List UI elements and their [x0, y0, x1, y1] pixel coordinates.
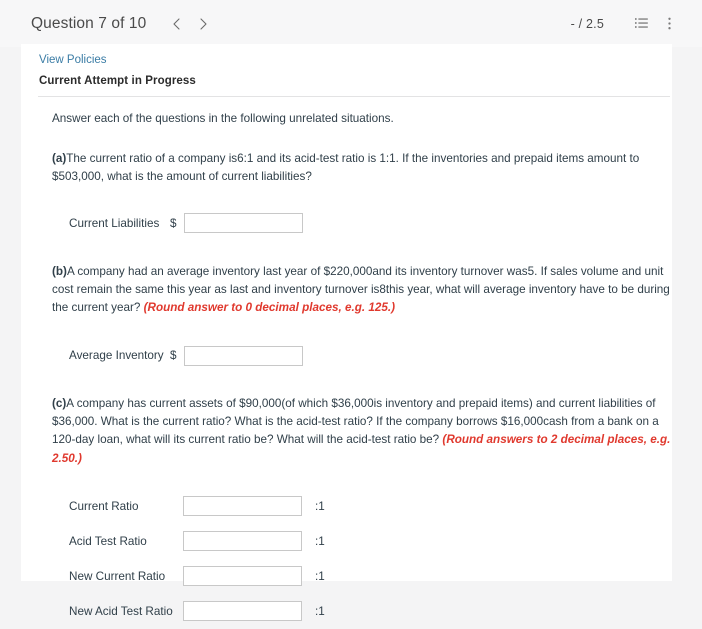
- attempt-status-row: Current Attempt in Progress: [21, 66, 672, 87]
- answer-row-new-acid-test-ratio: New Acid Test Ratio :1: [52, 594, 672, 629]
- part-a-letter: (a): [52, 151, 67, 165]
- current-ratio-suffix: :1: [315, 499, 325, 513]
- header-left-group: Question 7 of 10: [0, 11, 216, 37]
- current-liabilities-input[interactable]: [184, 213, 303, 234]
- question-card: View Policies Current Attempt in Progres…: [21, 44, 672, 622]
- answer-row-current-ratio: Current Ratio :1: [52, 489, 672, 524]
- question-header-bar: Question 7 of 10 - / 2.5: [0, 0, 702, 47]
- question-list-button[interactable]: [630, 13, 652, 35]
- question-intro-text: Answer each of the questions in the foll…: [52, 112, 394, 125]
- more-options-button[interactable]: [658, 13, 680, 35]
- dollar-sign-icon: $: [170, 216, 177, 230]
- header-right-group: - / 2.5: [571, 0, 680, 47]
- current-liabilities-label: Current Liabilities: [69, 216, 160, 230]
- view-policies-row: View Policies: [21, 44, 672, 66]
- list-icon: [634, 16, 649, 31]
- current-ratio-input[interactable]: [183, 496, 302, 517]
- previous-question-button[interactable]: [164, 11, 190, 37]
- attempt-status-label: Current Attempt in Progress: [39, 75, 196, 87]
- new-current-ratio-input[interactable]: [183, 566, 302, 587]
- part-a-text: (a)The current ratio of a company is6:1 …: [52, 150, 672, 186]
- new-acid-test-ratio-suffix: :1: [315, 604, 325, 618]
- answer-row-acid-test-ratio: Acid Test Ratio :1: [52, 524, 672, 559]
- current-ratio-label: Current Ratio: [69, 499, 139, 513]
- part-c-letter: (c): [52, 397, 67, 411]
- part-b-text: (b)A company had an average inventory la…: [52, 263, 672, 317]
- new-acid-test-ratio-label: New Acid Test Ratio: [69, 604, 173, 618]
- part-c-text: (c)A company has current assets of $90,0…: [52, 395, 672, 468]
- question-body: Answer each of the questions in the foll…: [21, 97, 672, 629]
- vertical-dots-icon: [662, 16, 677, 31]
- acid-test-ratio-suffix: :1: [315, 534, 325, 548]
- answer-row-average-inventory: Average Inventory $: [52, 338, 672, 373]
- score-display: - / 2.5: [570, 16, 604, 31]
- acid-test-ratio-input[interactable]: [183, 531, 302, 552]
- acid-test-ratio-label: Acid Test Ratio: [69, 534, 147, 548]
- new-acid-test-ratio-input[interactable]: [183, 601, 302, 622]
- next-question-button[interactable]: [190, 11, 216, 37]
- part-c-answers: Current Ratio :1 Acid Test Ratio :1 New …: [52, 489, 672, 629]
- part-b-letter: (b): [52, 264, 67, 278]
- part-a-answers: Current Liabilities $: [52, 206, 672, 241]
- average-inventory-input[interactable]: [184, 345, 303, 366]
- question-navigation: [164, 11, 216, 37]
- answer-row-new-current-ratio: New Current Ratio :1: [52, 559, 672, 594]
- average-inventory-label: Average Inventory: [69, 349, 164, 363]
- chevron-right-icon: [196, 17, 210, 31]
- answer-row-current-liabilities: Current Liabilities $: [52, 206, 672, 241]
- chevron-left-icon: [170, 17, 184, 31]
- page-title: Question 7 of 10: [31, 14, 147, 32]
- dollar-sign-icon: $: [170, 349, 177, 363]
- part-a-body: The current ratio of a company is6:1 and…: [52, 151, 640, 183]
- part-b-rounding-hint: (Round answer to 0 decimal places, e.g. …: [143, 301, 395, 315]
- part-b-answers: Average Inventory $: [52, 338, 672, 373]
- view-policies-link[interactable]: View Policies: [39, 54, 107, 66]
